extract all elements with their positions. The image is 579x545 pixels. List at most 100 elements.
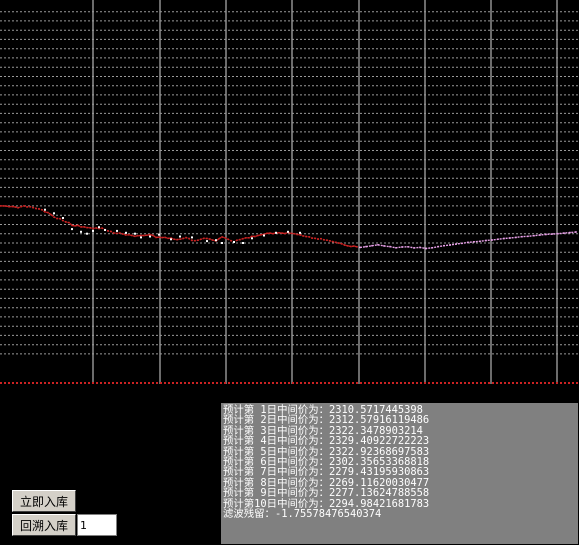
history-point <box>323 239 325 241</box>
history-point <box>119 232 121 234</box>
history-point <box>344 244 346 246</box>
points-point <box>233 241 235 243</box>
history-point <box>116 232 118 235</box>
history-point <box>8 205 10 208</box>
history-point <box>293 232 295 235</box>
history-point <box>83 226 85 228</box>
history-point <box>101 227 103 229</box>
points-point <box>125 231 127 234</box>
history-point <box>338 242 340 244</box>
history-point <box>68 221 70 224</box>
points-point <box>80 230 82 233</box>
history-point <box>350 245 352 248</box>
history-point <box>32 206 34 209</box>
history-point <box>110 230 112 233</box>
history-point <box>65 221 67 223</box>
history-point <box>302 235 304 237</box>
forecast-point <box>533 234 535 237</box>
forecast-point <box>521 235 523 238</box>
history-point <box>341 243 343 245</box>
points-point <box>179 235 181 238</box>
history-point <box>242 237 244 240</box>
points-point <box>92 229 94 232</box>
points-point <box>170 238 172 241</box>
history-point <box>218 237 220 240</box>
forecast-point <box>431 247 433 249</box>
history-point <box>326 239 328 241</box>
history-point <box>20 205 22 208</box>
history-point <box>248 237 250 239</box>
history-point <box>164 236 166 239</box>
history-point <box>209 238 211 240</box>
history-point <box>47 211 49 214</box>
history-point <box>134 235 136 238</box>
points-point <box>299 231 301 234</box>
points-point <box>221 242 223 244</box>
history-point <box>194 239 196 242</box>
backtrack-store-button[interactable]: 回溯入库 <box>12 514 76 536</box>
history-point <box>284 232 286 235</box>
history-point <box>2 205 4 207</box>
history-point <box>311 237 313 239</box>
forecast-point <box>575 231 577 233</box>
history-point <box>26 206 28 208</box>
history-point <box>14 206 16 208</box>
forecast-point <box>437 245 439 248</box>
chart-svg <box>0 0 579 390</box>
history-point <box>137 234 139 237</box>
forecast-point <box>527 235 529 238</box>
history-point <box>152 234 154 237</box>
points-point <box>140 236 142 239</box>
residual-line: 滤波残留：-1.75578476540374 <box>223 508 382 521</box>
points-point <box>263 234 265 237</box>
forecast-point <box>395 247 397 249</box>
history-point <box>230 239 232 242</box>
history-point <box>221 236 223 238</box>
forecast-point <box>425 247 427 250</box>
history-point <box>44 211 46 213</box>
forecast-point <box>371 244 373 247</box>
points-point <box>287 230 289 233</box>
forecast-point <box>509 237 511 239</box>
points-point <box>104 229 106 231</box>
history-point <box>227 238 229 240</box>
history-point <box>278 232 280 234</box>
forecast-point <box>407 246 409 248</box>
history-point <box>272 232 274 235</box>
history-point <box>257 234 259 237</box>
chart-background <box>0 0 579 390</box>
history-point <box>236 239 238 241</box>
forecast-point <box>563 232 565 234</box>
history-point <box>62 219 64 222</box>
forecast-point <box>383 245 385 247</box>
history-point <box>35 207 37 210</box>
points-point <box>44 208 46 211</box>
history-point <box>191 239 193 242</box>
history-point <box>290 232 292 235</box>
points-point <box>98 226 100 229</box>
history-point <box>347 245 349 247</box>
points-point <box>158 233 160 236</box>
control-area: 立即入库 回溯入库 预计第 1日中间价为：2310.5717445398 预计第… <box>0 390 579 545</box>
history-point <box>356 246 358 248</box>
history-point <box>89 227 91 229</box>
points-point <box>134 232 136 235</box>
history-point <box>113 232 115 234</box>
history-point <box>299 234 301 236</box>
history-point <box>125 234 127 236</box>
history-point <box>95 227 97 229</box>
forecast-point <box>485 239 487 242</box>
history-point <box>200 238 202 240</box>
history-point <box>353 245 355 247</box>
history-point <box>29 205 31 208</box>
days-input[interactable] <box>77 514 117 536</box>
points-point <box>53 212 55 215</box>
immediate-store-button[interactable]: 立即入库 <box>12 490 76 512</box>
history-point <box>260 234 262 236</box>
history-point <box>53 216 55 218</box>
points-point <box>71 228 73 231</box>
points-point <box>206 240 208 243</box>
history-point <box>59 217 61 220</box>
forecast-point <box>503 237 505 240</box>
history-point <box>179 238 181 240</box>
